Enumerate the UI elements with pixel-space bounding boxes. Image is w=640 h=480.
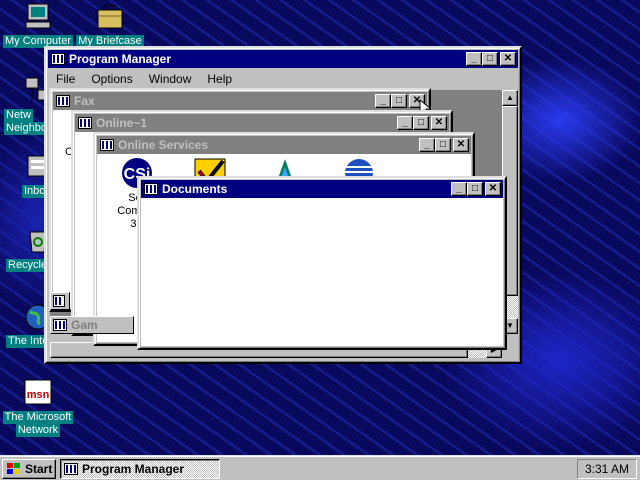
scroll-up-arrow[interactable]: ▲ xyxy=(502,90,518,106)
desktop-icon-label-line2: Network xyxy=(15,424,61,437)
desktop-icon-label: The Microsoft xyxy=(2,411,74,424)
minimize-button[interactable]: _ xyxy=(375,94,391,108)
briefcase-icon xyxy=(97,4,123,29)
minimized-group-gam[interactable]: Gam xyxy=(50,316,134,334)
menu-help[interactable]: Help xyxy=(199,70,240,88)
group-client-area xyxy=(141,198,503,346)
maximize-button[interactable]: □ xyxy=(482,52,498,66)
desktop-icon-label-line2: Neighbo xyxy=(4,122,49,135)
system-tray-clock[interactable]: 3:31 AM xyxy=(577,459,637,479)
title-bar[interactable]: Online~1 _ □ ✕ xyxy=(75,114,449,132)
program-manager-icon xyxy=(51,53,65,65)
windows-logo-icon xyxy=(7,463,20,474)
start-label: Start xyxy=(25,462,53,476)
window-title: Program Manager xyxy=(69,52,172,66)
minimize-button[interactable]: _ xyxy=(451,182,467,196)
window-title: Documents xyxy=(162,182,228,196)
maximize-button[interactable]: □ xyxy=(467,182,483,196)
menu-bar: File Options Window Help xyxy=(48,70,518,88)
group-icon xyxy=(53,295,65,307)
minimize-button[interactable]: _ xyxy=(466,52,482,66)
close-button[interactable]: ✕ xyxy=(500,52,516,66)
minimized-group[interactable] xyxy=(50,292,70,310)
menu-options[interactable]: Options xyxy=(83,70,140,88)
maximize-button[interactable]: □ xyxy=(413,116,429,130)
group-icon xyxy=(78,117,92,129)
minimize-button[interactable]: _ xyxy=(397,116,413,130)
task-label: Program Manager xyxy=(82,462,185,476)
group-icon xyxy=(100,139,114,151)
program-manager-icon xyxy=(64,463,78,475)
window-title: Online~1 xyxy=(96,116,148,130)
maximize-button[interactable]: □ xyxy=(391,94,407,108)
minimize-button[interactable]: _ xyxy=(419,138,435,152)
title-bar[interactable]: Documents _ □ ✕ xyxy=(141,180,503,198)
close-button[interactable]: ✕ xyxy=(453,138,469,152)
menu-file[interactable]: File xyxy=(48,70,83,88)
title-bar[interactable]: Program Manager _ □ ✕ xyxy=(48,50,518,68)
desktop-icon-label: Recycle xyxy=(6,259,50,272)
taskbar: Start Program Manager 3:31 AM xyxy=(0,455,640,480)
clock-text: 3:31 AM xyxy=(584,462,630,476)
start-button[interactable]: Start xyxy=(2,459,56,479)
desktop-icon-msn[interactable]: msn The Microsoft Network xyxy=(2,378,74,437)
title-bar[interactable]: Fax _ □ ✕ xyxy=(53,92,427,110)
computer-icon xyxy=(25,3,51,29)
msn-icon: msn xyxy=(24,379,52,405)
desktop-icon-my-briefcase[interactable]: My Briefcase xyxy=(74,2,146,48)
close-button[interactable]: ✕ xyxy=(485,182,501,196)
svg-text:msn: msn xyxy=(27,389,50,401)
group-icon xyxy=(56,95,70,107)
group-icon xyxy=(53,319,67,331)
task-button-program-manager[interactable]: Program Manager xyxy=(60,459,220,479)
window-title: Online Services xyxy=(118,138,209,152)
minimized-title: Gam xyxy=(71,318,98,332)
desktop-icon-my-computer[interactable]: My Computer xyxy=(2,2,74,48)
menu-window[interactable]: Window xyxy=(141,70,200,88)
documents-window[interactable]: Documents _ □ ✕ xyxy=(137,176,507,350)
group-icon xyxy=(144,183,158,195)
maximize-button[interactable]: □ xyxy=(435,138,451,152)
window-title: Fax xyxy=(74,94,95,108)
title-bar[interactable]: Online Services _ □ ✕ xyxy=(97,136,471,154)
close-button[interactable]: ✕ xyxy=(431,116,447,130)
desktop-icon-label: Netw xyxy=(4,109,34,122)
